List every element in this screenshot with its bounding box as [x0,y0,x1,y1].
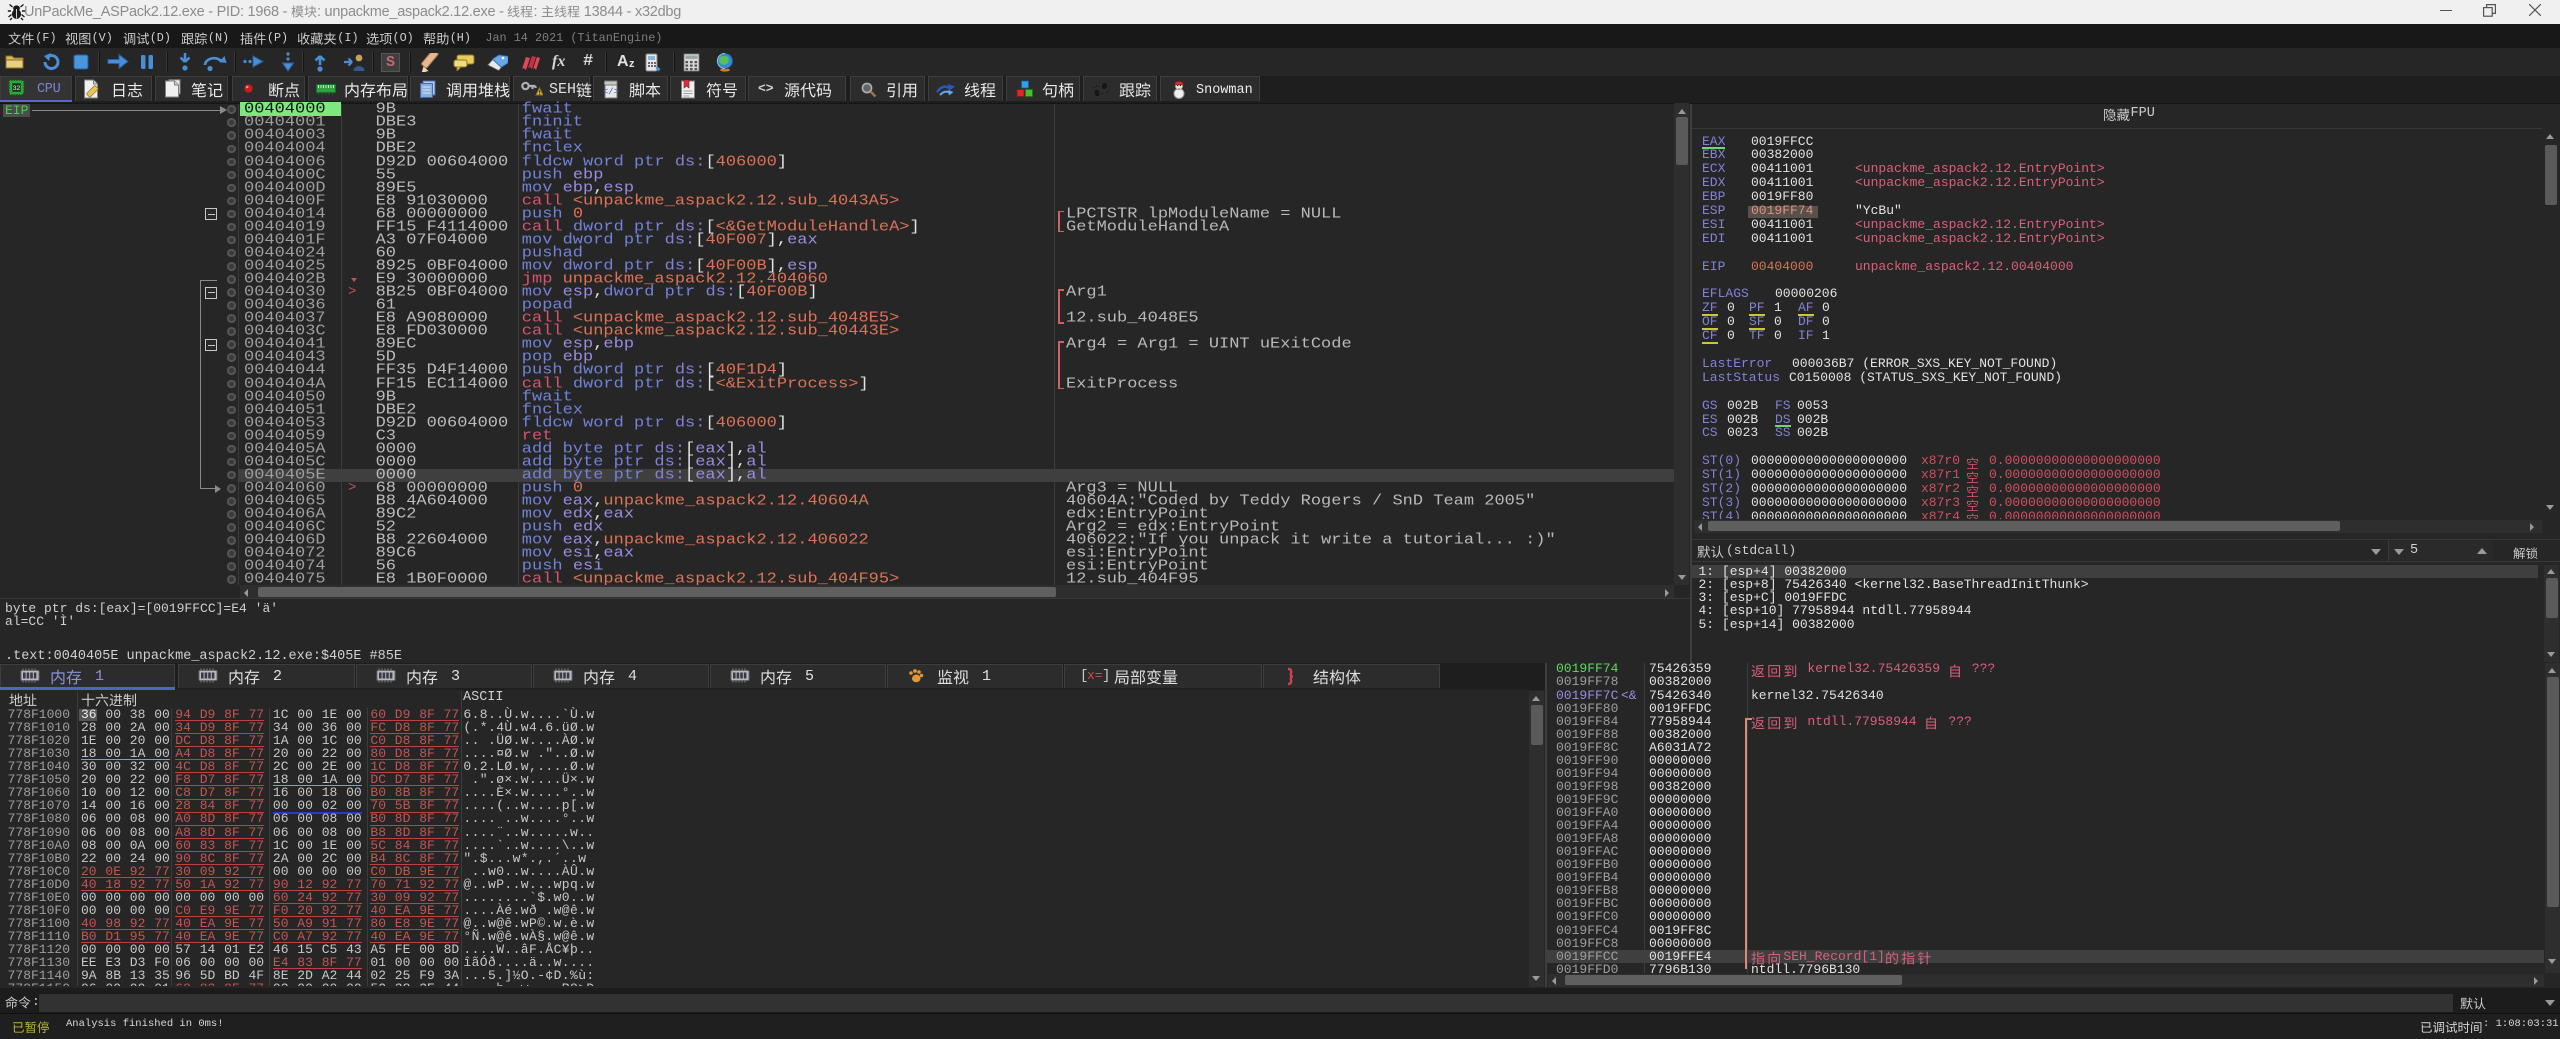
svg-text:</>: </> [603,87,619,97]
svg-text:32: 32 [13,85,21,92]
